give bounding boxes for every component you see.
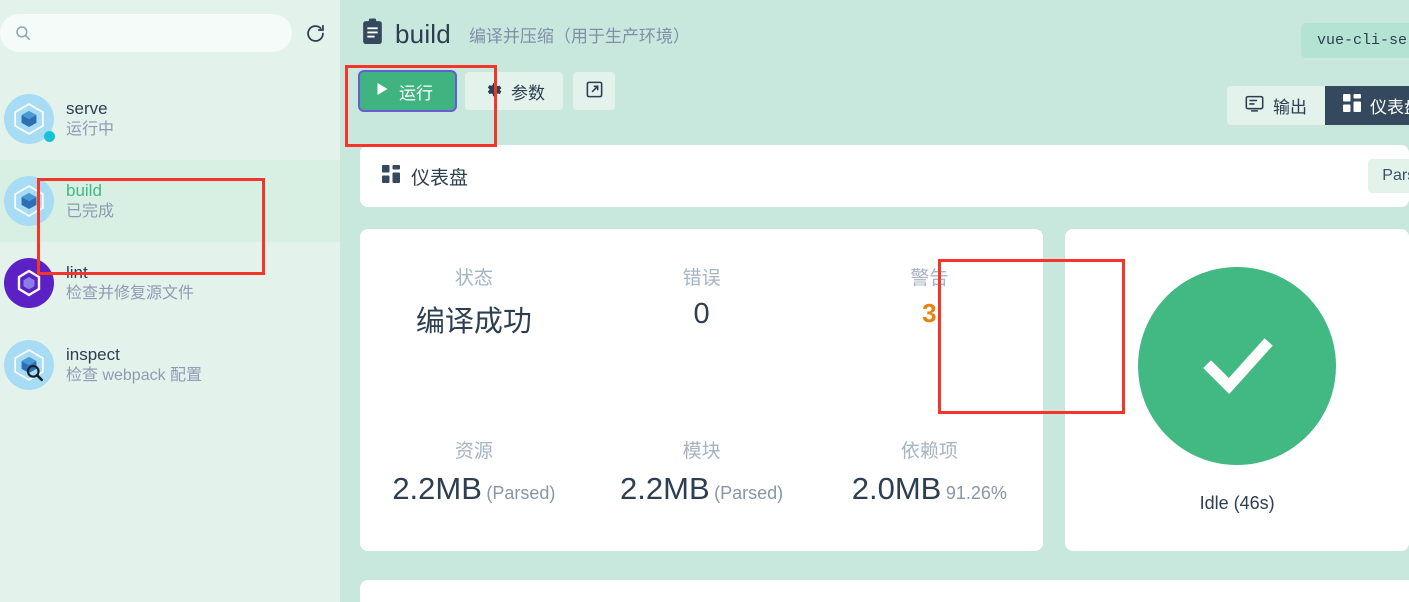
dashboard-panel-title: 仪表盘 xyxy=(411,167,469,189)
stat-value: 2.0MB xyxy=(851,471,942,506)
stat-sub: (Parsed) xyxy=(714,483,784,503)
status-dot-running xyxy=(44,131,55,142)
stat-assets: 资源 2.2MB (Parsed) xyxy=(360,436,588,507)
sidebar-item-desc: 运行中 xyxy=(66,120,115,138)
refresh-icon[interactable] xyxy=(298,16,332,50)
stat-value-wrap: 2.0MB 91.26% xyxy=(815,471,1043,507)
task-header: build 编译并压缩（用于生产环境） 运行 参数 vue-cli-se 输出 … xyxy=(340,0,1409,145)
sidebar: serve 运行中 build 已完成 lint 检查并修复源文件 inspec… xyxy=(0,0,340,602)
search-input[interactable] xyxy=(40,14,278,52)
sidebar-item-desc: 检查并修复源文件 xyxy=(66,284,195,302)
eslint-icon xyxy=(4,258,54,308)
stats-row-1: 状态 编译成功 错误 0 警告 3 xyxy=(360,263,1043,340)
sidebar-item-lint[interactable]: lint 检查并修复源文件 xyxy=(0,242,340,324)
tab-dashboard[interactable]: 仪表盘 xyxy=(1325,86,1409,125)
stat-label: 依赖项 xyxy=(900,441,958,462)
stat-label: 错误 xyxy=(682,268,721,289)
task-list: serve 运行中 build 已完成 lint 检查并修复源文件 inspec… xyxy=(0,66,340,406)
sidebar-item-text: inspect 检查 webpack 配置 xyxy=(66,344,202,385)
params-button[interactable]: 参数 xyxy=(465,72,563,110)
sidebar-item-name: lint xyxy=(66,263,88,283)
secondary-panel xyxy=(360,580,1409,602)
sidebar-item-inspect[interactable]: inspect 检查 webpack 配置 xyxy=(0,324,340,406)
sidebar-search-row xyxy=(0,0,340,66)
open-external-button[interactable] xyxy=(573,72,615,110)
external-link-icon xyxy=(585,80,604,102)
tab-output[interactable]: 输出 xyxy=(1227,86,1325,125)
page-title: build xyxy=(395,18,451,49)
stat-sub: 91.26% xyxy=(945,483,1007,503)
terminal-icon xyxy=(1245,95,1264,117)
app-root: serve 运行中 build 已完成 lint 检查并修复源文件 inspec… xyxy=(0,0,1409,602)
inspect-icon xyxy=(4,340,54,390)
stat-status: 状态 编译成功 xyxy=(360,263,588,340)
stat-errors: 错误 0 xyxy=(588,263,816,340)
check-icon xyxy=(1138,266,1337,465)
stat-modules: 模块 2.2MB (Parsed) xyxy=(588,436,816,507)
tab-output-label: 输出 xyxy=(1273,98,1307,117)
dashboard-panel-header: 仪表盘 Parsed xyxy=(360,145,1409,207)
page-subtitle: 编译并压缩（用于生产环境） xyxy=(468,26,690,46)
stat-value: 2.2MB xyxy=(392,471,482,506)
view-tabs: 输出 仪表盘 xyxy=(1227,86,1409,125)
stat-value: 编译成功 xyxy=(415,306,532,338)
parsed-mode-chip[interactable]: Parsed xyxy=(1368,159,1409,193)
stat-dependencies: 依赖项 2.0MB 91.26% xyxy=(815,436,1043,507)
stat-value: 0 xyxy=(693,298,710,330)
build-status-label: Idle (46s) xyxy=(1199,492,1275,513)
main-panel: build 编译并压缩（用于生产环境） 运行 参数 vue-cli-se 输出 … xyxy=(340,0,1409,602)
stat-value: 3 xyxy=(922,298,937,328)
stat-label: 模块 xyxy=(682,441,721,462)
stat-label: 资源 xyxy=(454,441,493,462)
stat-value-wrap: 2.2MB (Parsed) xyxy=(588,471,816,507)
stat-value-wrap: 2.2MB (Parsed) xyxy=(360,471,588,507)
webpack-icon xyxy=(4,176,54,226)
build-status-card: Idle (46s) xyxy=(1065,229,1409,551)
dashboard-cards: 状态 编译成功 错误 0 警告 3 资源 2.2MB (Parsed) 模块 2… xyxy=(360,229,1409,551)
stat-label: 状态 xyxy=(454,268,493,289)
run-button[interactable]: 运行 xyxy=(360,72,455,110)
sidebar-item-name: build xyxy=(66,181,102,201)
sidebar-item-desc: 已完成 xyxy=(66,202,115,220)
search-icon xyxy=(14,24,32,42)
stat-value: 2.2MB xyxy=(620,471,710,506)
sidebar-item-desc: 检查 webpack 配置 xyxy=(66,366,203,384)
stat-label: 警告 xyxy=(910,268,949,289)
dashboard-panel-header-left: 仪表盘 xyxy=(382,163,468,190)
stat-sub: (Parsed) xyxy=(486,483,556,503)
sidebar-item-name: serve xyxy=(66,99,108,119)
dashboard-icon xyxy=(1343,94,1361,117)
stats-card: 状态 编译成功 错误 0 警告 3 资源 2.2MB (Parsed) 模块 2… xyxy=(360,229,1044,551)
stats-row-2: 资源 2.2MB (Parsed) 模块 2.2MB (Parsed) 依赖项 … xyxy=(360,436,1043,507)
stat-warnings: 警告 3 xyxy=(815,263,1043,340)
search-box[interactable] xyxy=(0,14,292,52)
dashboard-icon xyxy=(382,164,400,188)
sidebar-item-text: build 已完成 xyxy=(66,180,114,221)
sidebar-item-text: lint 检查并修复源文件 xyxy=(66,262,194,303)
webpack-icon xyxy=(4,94,55,144)
sidebar-item-serve[interactable]: serve 运行中 xyxy=(0,78,340,160)
sidebar-item-name: inspect xyxy=(66,345,120,365)
tab-dashboard-label: 仪表盘 xyxy=(1370,98,1409,117)
title-row: build 编译并压缩（用于生产环境） xyxy=(360,18,1409,50)
project-chip[interactable]: vue-cli-se xyxy=(1300,23,1409,58)
params-button-label: 参数 xyxy=(511,83,545,103)
clipboard-icon xyxy=(360,18,385,50)
sidebar-item-build[interactable]: build 已完成 xyxy=(0,160,340,242)
gear-icon xyxy=(483,79,502,103)
sidebar-item-text: serve 运行中 xyxy=(66,98,114,139)
play-icon xyxy=(376,81,389,101)
run-button-label: 运行 xyxy=(399,83,433,103)
